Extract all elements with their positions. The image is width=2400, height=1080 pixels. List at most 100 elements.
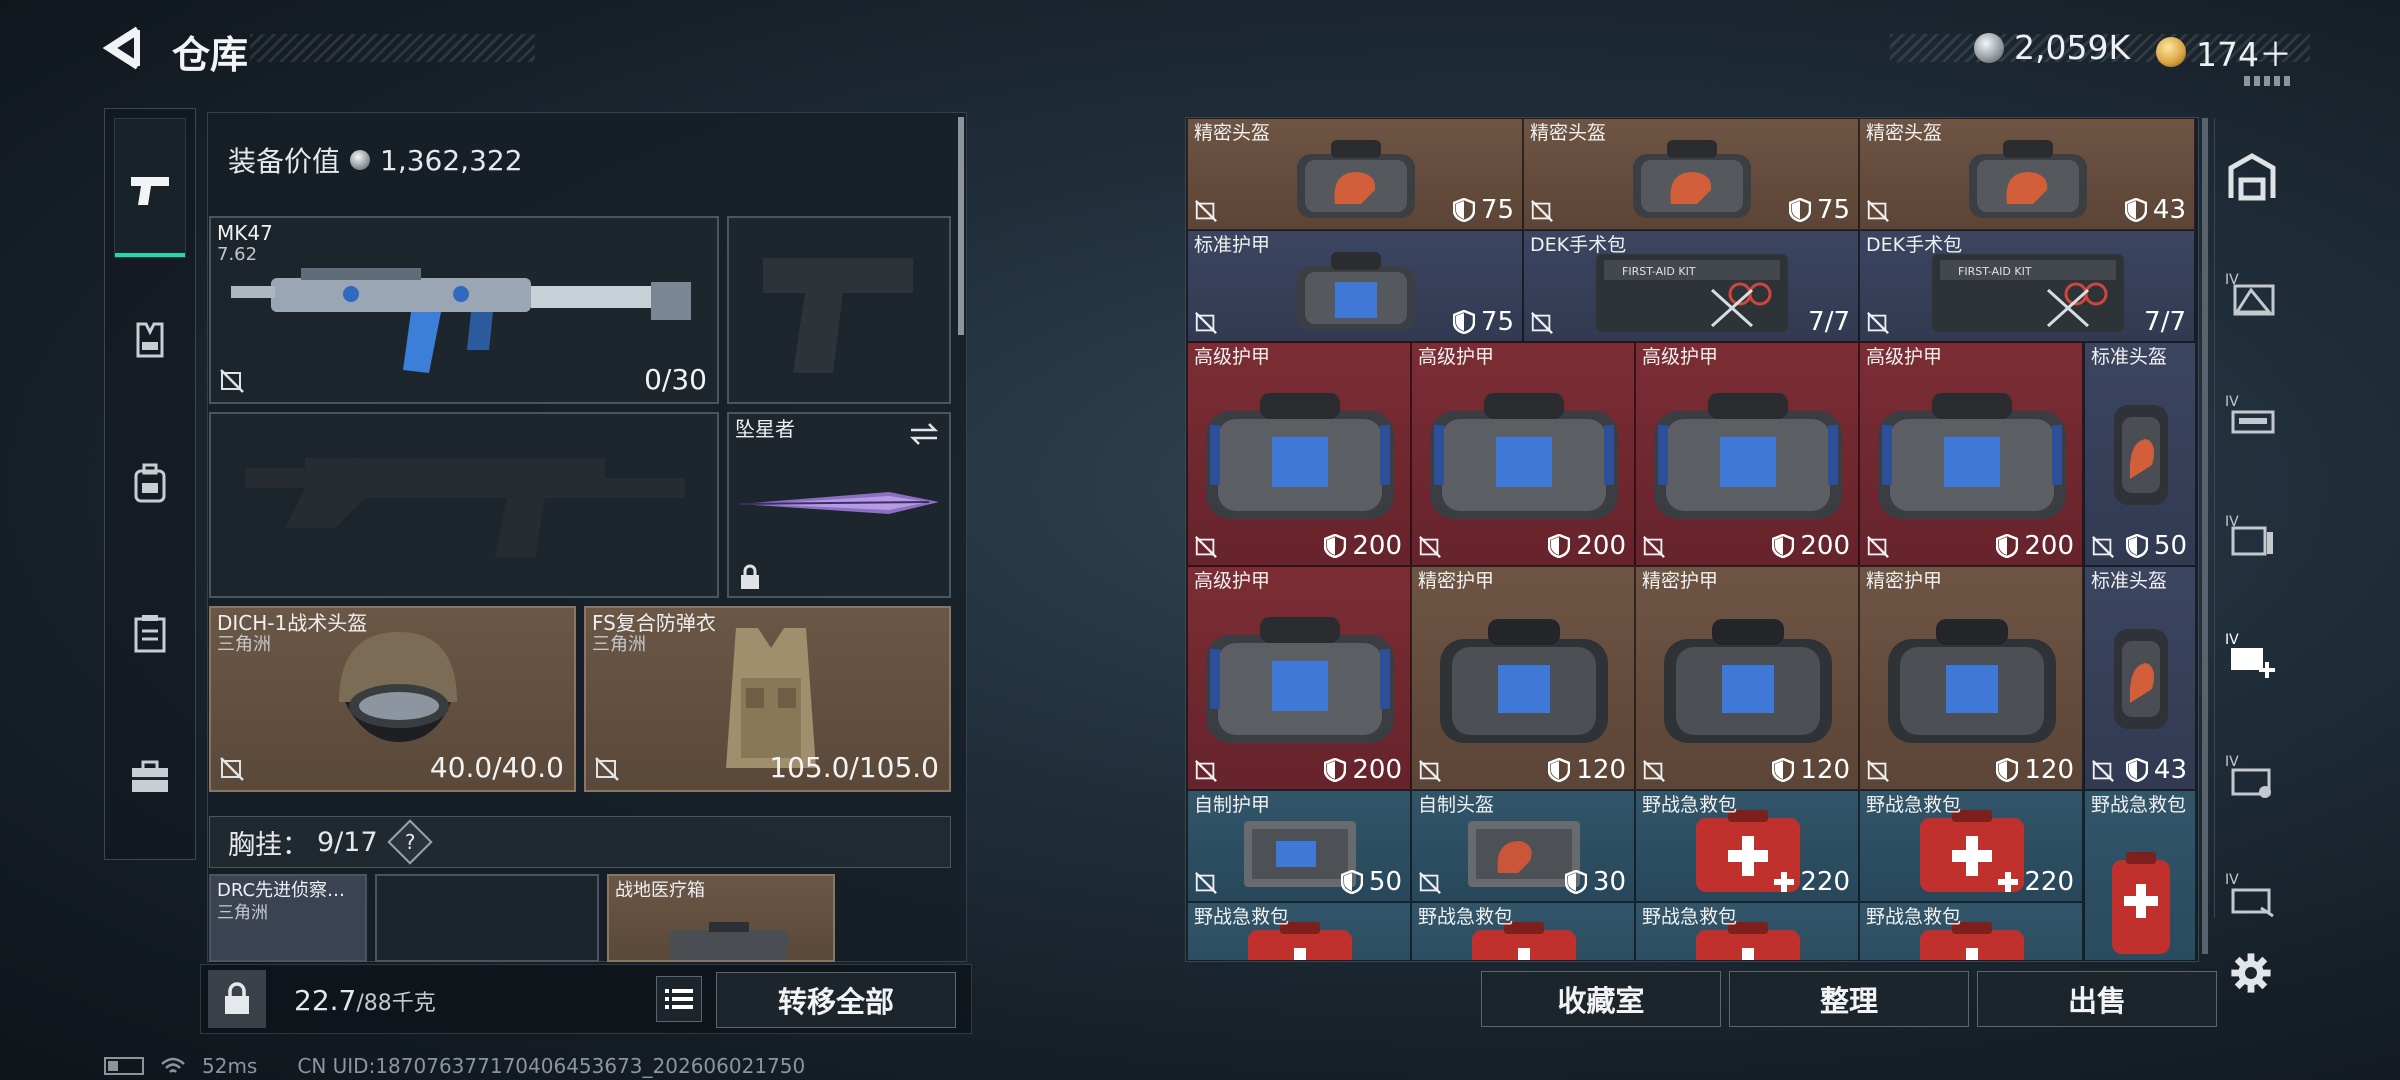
settings-icon[interactable] [2228, 950, 2274, 996]
storage-item[interactable]: 高级护甲 200 [1187, 342, 1411, 566]
sidebar-tab-armor[interactable] [114, 300, 186, 380]
no-insure-icon [1643, 760, 1665, 782]
storage-item[interactable]: 野战急救包 [1859, 902, 2083, 960]
storage-item[interactable]: 野战急救包 [2084, 790, 2196, 960]
item-value-text: 75 [1480, 307, 1514, 337]
no-insure-icon [1867, 760, 1889, 782]
storage-item[interactable]: 标准头盔 50 [2084, 342, 2196, 566]
no-insure-icon [1419, 760, 1441, 782]
rifle-placeholder-icon [245, 458, 685, 558]
sell-button[interactable]: 出售 [1977, 971, 2217, 1027]
storage-item[interactable]: DEK手术包 FIRST-AID KIT 7/7 [1859, 230, 2195, 342]
rig-item-recon[interactable]: DRC先进侦察… 三角洲 [209, 874, 367, 962]
storage-tab-3-icon[interactable]: IV [2225, 510, 2279, 564]
storage-item[interactable]: 高级护甲 200 [1187, 566, 1411, 790]
item-value: 50 [2125, 531, 2187, 561]
storage-item[interactable]: 高级护甲 200 [1635, 342, 1859, 566]
primary-weapon-slot[interactable]: MK47 7.62 0/30 [209, 216, 719, 404]
helmet-slot[interactable]: DICH-1战术头盔 三角洲 40.0/40.0 [209, 606, 576, 792]
transfer-all-button[interactable]: 转移全部 [716, 972, 956, 1028]
item-value: 75 [1788, 195, 1850, 225]
rig-item-medkit[interactable]: 战地医疗箱 [607, 874, 835, 962]
scrollbar[interactable] [958, 117, 964, 335]
coins-amount: 2,059K [2014, 28, 2131, 67]
storage-item[interactable]: 标准头盔 43 [2084, 566, 2196, 790]
storage-item[interactable]: 野战急救包 220 [1635, 790, 1859, 902]
durability-shield-icon [1996, 758, 2019, 782]
ping: 52ms [202, 1054, 258, 1078]
item-value-text: 200 [1352, 755, 1402, 785]
item-image [1291, 134, 1421, 224]
pistol-placeholder-icon [763, 258, 913, 373]
storage-tab-5-icon[interactable]: IV [2225, 750, 2279, 804]
item-name: 精密护甲 [1866, 570, 1943, 592]
storage-item[interactable]: 精密头盔 43 [1859, 118, 2195, 230]
item-image [2106, 395, 2176, 515]
item-name: 高级护甲 [1866, 346, 1943, 368]
storage-item[interactable]: 野战急救包 [1411, 902, 1635, 960]
item-value-text: 50 [1368, 867, 1402, 897]
weight-max: /88千克 [356, 991, 436, 1016]
storage-add-icon[interactable]: IV [2225, 628, 2279, 682]
rig-header: 胸挂： 9/17 ? [209, 816, 951, 868]
secondary-weapon-slot[interactable] [209, 412, 719, 598]
help-icon[interactable]: ? [387, 819, 433, 865]
item-value: 200 [1548, 531, 1626, 561]
back-arrow-icon [102, 26, 141, 70]
sidebar-tab-case[interactable] [114, 740, 186, 820]
storage-item[interactable]: 高级护甲 200 [1859, 342, 2083, 566]
no-insure-icon [1419, 872, 1441, 894]
medkit-case-image [669, 922, 789, 960]
storage-item[interactable]: 精密护甲 120 [1859, 566, 2083, 790]
lock-toggle[interactable] [208, 970, 266, 1028]
storage-tab-1-icon[interactable]: IV [2225, 268, 2279, 322]
rig-item-empty[interactable] [375, 874, 599, 962]
storage-item[interactable]: 精密护甲 120 [1635, 566, 1859, 790]
no-insure-icon [1195, 872, 1217, 894]
item-name: 标准头盔 [2091, 570, 2168, 592]
back-button[interactable] [100, 24, 150, 72]
no-insure-icon [1419, 536, 1441, 558]
no-insure-icon [2092, 536, 2114, 558]
storage-icon[interactable] [2225, 150, 2279, 204]
collection-button[interactable]: 收藏室 [1481, 971, 1721, 1027]
storage-item[interactable]: 野战急救包 220 [1859, 790, 2083, 902]
sidebar-tab-backpack[interactable] [114, 445, 186, 525]
melee-slot[interactable]: 坠星者 [727, 412, 951, 598]
item-name: 自制护甲 [1194, 794, 1271, 816]
organize-button[interactable]: 整理 [1729, 971, 1969, 1027]
body-armor-slot[interactable]: FS复合防弹衣 三角洲 105.0/105.0 [584, 606, 951, 792]
storage-item[interactable]: 自制头盔 30 [1411, 790, 1635, 902]
storage-item[interactable]: 精密头盔 75 [1187, 118, 1523, 230]
item-image: FIRST-AID KIT [1592, 246, 1792, 336]
storage-item[interactable]: DEK手术包 FIRST-AID KIT 7/7 [1523, 230, 1859, 342]
grid-scrollbar[interactable] [2202, 118, 2208, 954]
pistol-slot[interactable] [727, 216, 951, 404]
storage-item[interactable]: 精密护甲 120 [1411, 566, 1635, 790]
rig-capacity: 9/17 [317, 826, 378, 858]
storage-item[interactable]: 野战急救包 [1187, 902, 1411, 960]
sidebar-tab-weapons[interactable] [114, 118, 186, 258]
page-title: 仓库 [172, 33, 249, 77]
swap-icon[interactable] [909, 422, 939, 446]
item-value-text: 120 [1800, 755, 1850, 785]
storage-tab-2-icon[interactable]: IV [2225, 390, 2279, 444]
storage-item[interactable]: 高级护甲 200 [1411, 342, 1635, 566]
currency-tickets[interactable]: 174＋ [2156, 28, 2292, 76]
storage-item[interactable]: 精密头盔 75 [1523, 118, 1859, 230]
item-image [1200, 609, 1400, 749]
storage-item[interactable]: 野战急救包 [1635, 902, 1859, 960]
storage-tab-6-icon[interactable]: IV [2225, 868, 2279, 922]
item-name: DEK手术包 [1866, 234, 1963, 256]
list-view-button[interactable] [656, 976, 702, 1022]
durability-shield-icon [1548, 758, 1571, 782]
storage-item[interactable]: 标准护甲 75 [1187, 230, 1523, 342]
lock-icon [741, 564, 759, 589]
armor-origin: 三角洲 [592, 634, 646, 655]
item-name: 精密头盔 [1530, 122, 1607, 144]
ammo-count: 0/30 [644, 363, 707, 396]
sidebar-tab-rig[interactable] [114, 595, 186, 675]
lock-icon [225, 982, 249, 1014]
storage-item[interactable]: 自制护甲 50 [1187, 790, 1411, 902]
battery-icon [104, 1057, 144, 1075]
